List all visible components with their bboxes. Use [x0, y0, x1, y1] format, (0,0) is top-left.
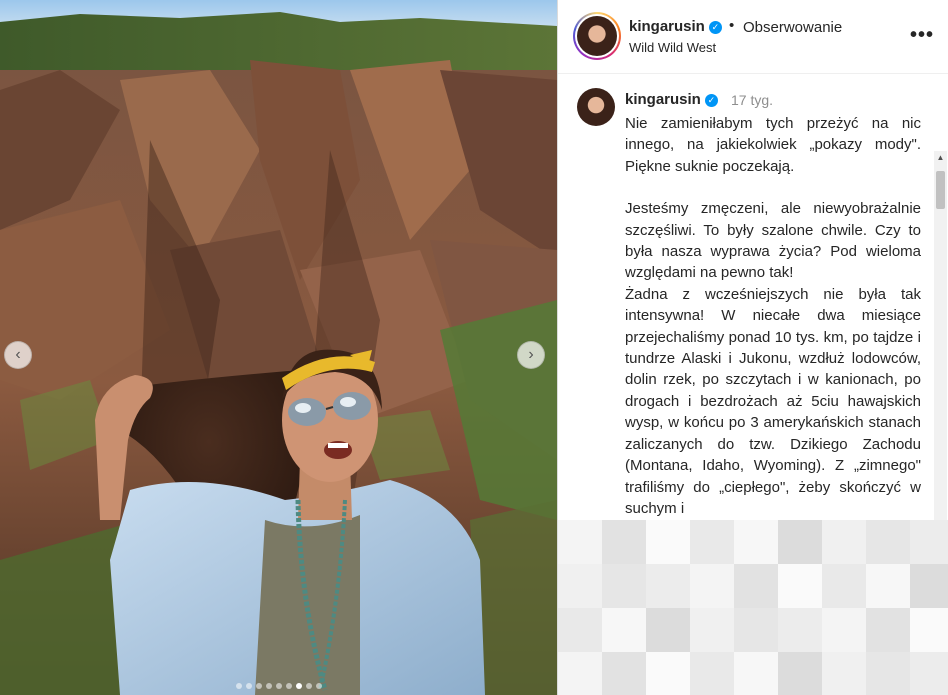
blur-pixel: [910, 564, 948, 608]
profile-picture: [577, 16, 617, 56]
chevron-left-icon: ‹: [15, 346, 21, 363]
carousel-dot: [275, 683, 282, 689]
verified-badge-icon: ✓: [704, 94, 718, 107]
blur-pixel: [558, 608, 602, 652]
caption-paragraph: Nie zamieniłabym tych przeżyć na nic inn…: [625, 115, 921, 175]
caption-paragraph: Żadna z wcześniejszych nie była tak inte…: [625, 285, 921, 517]
carousel-dot: [235, 683, 242, 689]
blur-pixel: [734, 652, 778, 695]
post-side-panel: kingarusin ✓ • Obserwowanie Wild Wild Wes…: [557, 0, 948, 695]
caption-text: Nie zamieniłabym tych przeżyć na nic inn…: [625, 113, 921, 519]
caption-username-text: kingarusin: [625, 91, 701, 108]
blur-pixel: [866, 652, 910, 695]
blur-pixel: [866, 564, 910, 608]
blur-pixel: [734, 564, 778, 608]
profile-picture: [577, 88, 615, 126]
chevron-right-icon: ›: [528, 346, 534, 363]
caption-avatar[interactable]: [577, 88, 615, 126]
blur-pixel: [910, 652, 948, 695]
blur-pixel: [822, 608, 866, 652]
blur-pixel: [778, 520, 822, 564]
carousel-dot: [255, 683, 262, 689]
avatar[interactable]: [573, 12, 621, 60]
blur-pixel: [778, 608, 822, 652]
post-photo[interactable]: ‹ ›: [0, 0, 557, 695]
username-link[interactable]: kingarusin ✓: [629, 18, 722, 35]
username-text: kingarusin: [629, 18, 705, 35]
carousel-indicator: [0, 683, 557, 691]
blur-pixel: [866, 520, 910, 564]
blur-pixel: [690, 652, 734, 695]
blur-pixel: [778, 652, 822, 695]
blur-pixel: [646, 520, 690, 564]
blur-pixel: [690, 564, 734, 608]
carousel-prev-button[interactable]: ‹: [4, 341, 32, 369]
blur-pixel: [734, 520, 778, 564]
blur-pixel: [690, 520, 734, 564]
blur-pixel: [778, 564, 822, 608]
blur-pixel: [558, 520, 602, 564]
verified-badge-icon: ✓: [708, 21, 722, 34]
caption-username[interactable]: kingarusin ✓: [625, 91, 718, 108]
blur-pixel: [602, 520, 646, 564]
blur-pixel: [602, 608, 646, 652]
blur-pixel: [910, 608, 948, 652]
caption-timestamp[interactable]: 17 tyg.: [731, 92, 773, 108]
blur-pixel: [602, 564, 646, 608]
blur-pixel: [646, 608, 690, 652]
blur-pixel: [646, 652, 690, 695]
scroll-up-arrow-icon[interactable]: ▲: [934, 151, 947, 164]
blur-pixel: [602, 652, 646, 695]
post-header: kingarusin ✓ • Obserwowanie Wild Wild Wes…: [558, 0, 948, 74]
scrollbar-thumb[interactable]: [936, 171, 945, 209]
more-horizontal-icon[interactable]: •••: [910, 24, 934, 47]
carousel-dot: [305, 683, 312, 689]
carousel-dot: [285, 683, 292, 689]
blur-pixel: [558, 652, 602, 695]
blur-pixel: [690, 608, 734, 652]
blur-pixel: [734, 608, 778, 652]
carousel-dot: [245, 683, 252, 689]
carousel-dot: [265, 683, 272, 689]
blur-pixel: [822, 520, 866, 564]
blur-pixel: [822, 564, 866, 608]
blur-pixel: [822, 652, 866, 695]
carousel-dot: [295, 683, 302, 689]
carousel-dot: [315, 683, 322, 689]
canyon-photo-image: [0, 0, 557, 695]
blur-pixel: [558, 564, 602, 608]
caption-section: kingarusin ✓ 17 tyg. Nie zamieniłabym tyc…: [558, 75, 948, 520]
following-button[interactable]: Obserwowanie: [743, 19, 842, 36]
header-separator: •: [729, 17, 735, 34]
location-link[interactable]: Wild Wild West: [629, 40, 716, 55]
carousel-next-button[interactable]: ›: [517, 341, 545, 369]
caption-paragraph: Jesteśmy zmęczeni, ale niewyobrażalnie s…: [625, 200, 921, 282]
caption-scrollbar[interactable]: ▲ ▼: [934, 151, 947, 520]
blurred-comments-area: [558, 520, 948, 695]
blur-pixel: [866, 608, 910, 652]
blur-pixel: [910, 520, 948, 564]
blur-pixel: [646, 564, 690, 608]
